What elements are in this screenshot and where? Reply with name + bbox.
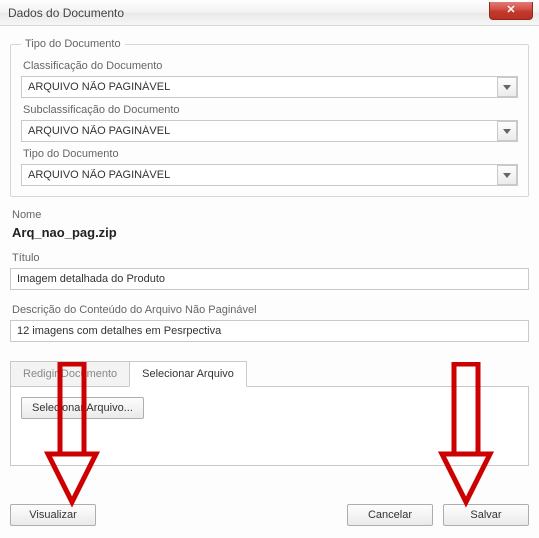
footer: Visualizar Cancelar Salvar bbox=[10, 504, 529, 526]
visualizar-button[interactable]: Visualizar bbox=[10, 504, 96, 526]
classificacao-input[interactable] bbox=[21, 76, 518, 98]
descricao-input[interactable] bbox=[10, 320, 529, 342]
close-button[interactable]: ✕ bbox=[489, 2, 533, 20]
chevron-down-icon bbox=[503, 173, 511, 178]
tab-panel-selecionar: Selecionar Arquivo... bbox=[10, 386, 529, 466]
tab-redigir-documento[interactable]: Redigir Documento bbox=[10, 361, 130, 387]
close-icon: ✕ bbox=[506, 5, 515, 16]
chevron-down-icon bbox=[503, 129, 511, 134]
tabs-row: Redigir Documento Selecionar Arquivo bbox=[10, 360, 529, 386]
nome-label: Nome bbox=[12, 209, 529, 221]
tipo-combo[interactable] bbox=[21, 164, 518, 186]
classificacao-combo[interactable] bbox=[21, 76, 518, 98]
chevron-down-icon bbox=[503, 85, 511, 90]
titulo-label: Título bbox=[12, 252, 529, 264]
classificacao-label: Classificação do Documento bbox=[23, 60, 518, 72]
selecionar-arquivo-button[interactable]: Selecionar Arquivo... bbox=[21, 397, 144, 419]
titulo-input[interactable] bbox=[10, 268, 529, 290]
nome-value: Arq_nao_pag.zip bbox=[12, 225, 529, 240]
salvar-button[interactable]: Salvar bbox=[443, 504, 529, 526]
content: Tipo do Documento Classificação do Docum… bbox=[0, 26, 539, 466]
tipo-label: Tipo do Documento bbox=[23, 148, 518, 160]
tipo-dropdown-button[interactable] bbox=[497, 165, 517, 185]
tab-selecionar-arquivo[interactable]: Selecionar Arquivo bbox=[129, 361, 247, 387]
classificacao-dropdown-button[interactable] bbox=[497, 77, 517, 97]
subclassificacao-input[interactable] bbox=[21, 120, 518, 142]
group-legend: Tipo do Documento bbox=[21, 38, 125, 50]
window-title: Dados do Documento bbox=[8, 6, 124, 20]
titlebar: Dados do Documento ✕ bbox=[0, 0, 539, 26]
tipo-input[interactable] bbox=[21, 164, 518, 186]
subclassificacao-combo[interactable] bbox=[21, 120, 518, 142]
cancelar-button[interactable]: Cancelar bbox=[347, 504, 433, 526]
descricao-label: Descrição do Conteúdo do Arquivo Não Pag… bbox=[12, 304, 529, 316]
subclassificacao-label: Subclassificação do Documento bbox=[23, 104, 518, 116]
tipo-documento-group: Tipo do Documento Classificação do Docum… bbox=[10, 38, 529, 197]
subclassificacao-dropdown-button[interactable] bbox=[497, 121, 517, 141]
